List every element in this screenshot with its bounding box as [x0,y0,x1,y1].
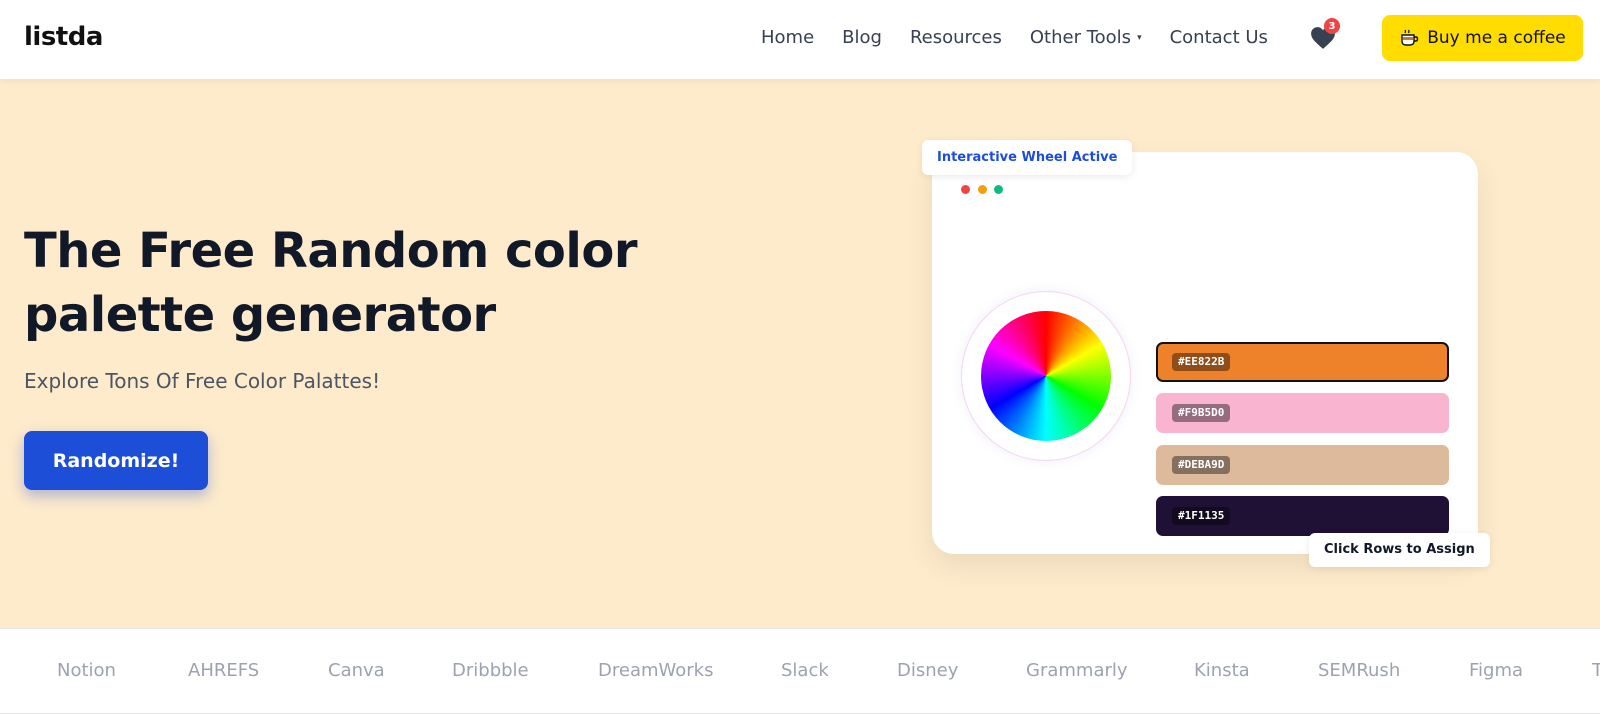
brand-logo: Canva [328,660,385,681]
palette-swatch-row[interactable]: #EE822B [1156,342,1449,382]
palette-swatch-row[interactable]: #1F1135 [1156,496,1449,536]
palette-swatch-row[interactable]: #DEBA9D [1156,445,1449,485]
brand-logo: Notion [57,660,116,681]
swatch-hex-label: #DEBA9D [1172,456,1231,474]
brand-logo: Dribbble [452,660,529,681]
nav-other-tools[interactable]: Other Tools ▾ [1030,27,1142,48]
color-wheel[interactable] [981,311,1111,441]
palette-swatch-row[interactable]: #F9B5D0 [1156,393,1449,433]
brand-logo: DreamWorks [598,660,714,681]
nav-blog[interactable]: Blog [842,27,882,48]
nav-resources[interactable]: Resources [910,27,1002,48]
buy-coffee-label: Buy me a coffee [1427,28,1566,48]
brand-logo: Slack [781,660,829,681]
click-rows-hint: Click Rows to Assign [1309,533,1490,567]
brand-logo-strip: Notion AHREFS Canva Dribbble DreamWorks … [0,628,1600,714]
caret-down-icon: ▾ [1137,32,1142,43]
hero-subtitle: Explore Tons Of Free Color Palattes! [24,369,381,393]
window-dot-green [994,185,1003,194]
brand-logo: Figma [1469,660,1524,681]
brand-logo: T [1592,660,1600,681]
interactive-wheel-badge: Interactive Wheel Active [922,140,1133,175]
brand-logo: Grammarly [1026,660,1128,681]
brand-logo: AHREFS [188,660,260,681]
site-logo[interactable]: listda [24,22,103,52]
brand-logo: Disney [897,660,959,681]
hero-title: The Free Random color palette generator [24,223,638,343]
nav-other-tools-label: Other Tools [1029,27,1132,48]
window-dot-red [961,185,970,194]
site-header: listda Home Blog Resources Other Tools ▾… [0,0,1600,79]
nav-home[interactable]: Home [761,27,814,48]
brand-logo: SEMRush [1318,660,1401,681]
palette-preview-card: #EE822B #F9B5D0 #DEBA9D #1F1135 [932,152,1478,554]
nav-contact-us[interactable]: Contact Us [1170,27,1268,48]
randomize-button[interactable]: Randomize! [24,431,208,490]
window-dot-yellow [978,185,987,194]
coffee-cup-icon [1401,29,1419,46]
swatch-hex-label: #F9B5D0 [1172,404,1231,422]
main-nav: Home Blog Resources Other Tools ▾ Contac… [761,27,1296,48]
brand-logo: Kinsta [1194,660,1250,681]
swatch-hex-label: #EE822B [1172,353,1231,371]
favorites-count-badge: 3 [1324,18,1340,34]
swatch-hex-label: #1F1135 [1172,507,1231,525]
buy-coffee-button[interactable]: Buy me a coffee [1382,15,1583,61]
